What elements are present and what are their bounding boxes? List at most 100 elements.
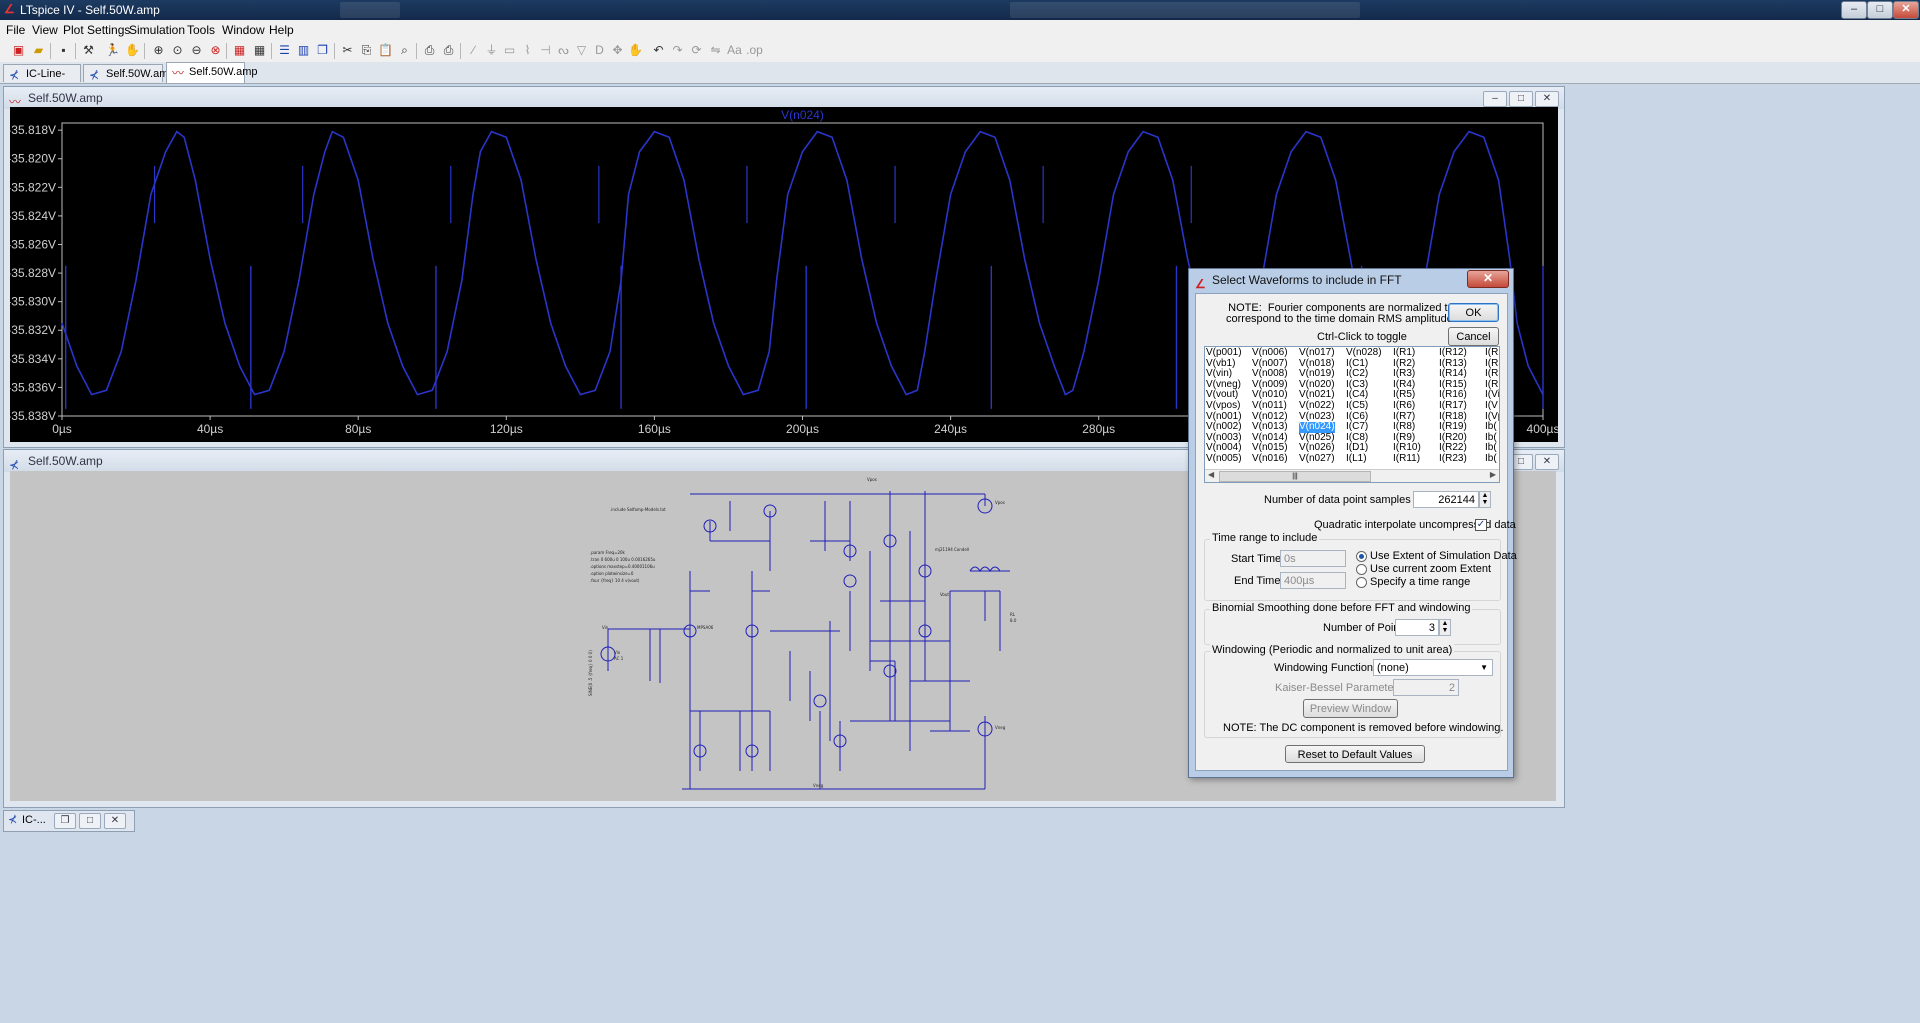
- menu-view[interactable]: View: [32, 23, 58, 37]
- tab-self-50w-waveform[interactable]: 〰 Self.50W.amp: [166, 62, 257, 83]
- menu-window[interactable]: Window: [222, 23, 265, 37]
- waveform-list-item[interactable]: I(L1): [1346, 453, 1382, 465]
- waveform-list-item[interactable]: I(R17): [1439, 400, 1467, 412]
- capacitor-icon[interactable]: ⊣: [537, 42, 554, 59]
- paste-icon[interactable]: 📋: [377, 42, 394, 59]
- waveform-list-item[interactable]: Ib(: [1485, 453, 1499, 465]
- print-preview-icon[interactable]: ⎙: [421, 42, 438, 59]
- waveform-list-item[interactable]: I(R12): [1439, 347, 1467, 359]
- ground-icon[interactable]: ⏚: [483, 42, 500, 59]
- print-icon[interactable]: ⎙: [440, 42, 457, 59]
- waveform-list-item[interactable]: I(R1): [1393, 347, 1421, 359]
- menu-help[interactable]: Help: [269, 23, 294, 37]
- zoom-area-icon[interactable]: ⊙: [169, 42, 186, 59]
- diode-icon[interactable]: ▽: [573, 42, 590, 59]
- quadratic-interpolate-checkbox[interactable]: ✓: [1475, 519, 1487, 531]
- kaiser-bessel-input[interactable]: 2: [1393, 679, 1459, 696]
- samples-spinner[interactable]: ▲ ▼: [1479, 491, 1491, 508]
- waveform-list-item[interactable]: V(n005): [1206, 453, 1242, 465]
- maximize-button[interactable]: □: [1867, 1, 1893, 19]
- move-icon[interactable]: ✥: [609, 42, 626, 59]
- autorange-icon[interactable]: ▦: [231, 42, 248, 59]
- tab-self-50w-schematic[interactable]: ⊀ Self.50W.amp: [83, 64, 174, 82]
- scroll-right-icon[interactable]: ▶: [1490, 470, 1496, 479]
- cascade-icon[interactable]: ❐: [314, 42, 331, 59]
- minimize-button[interactable]: –: [1841, 1, 1867, 19]
- end-time-input[interactable]: 400µs: [1280, 572, 1346, 589]
- tile-vertical-icon[interactable]: ▥: [295, 42, 312, 59]
- child-minimize-button[interactable]: –: [1483, 91, 1507, 107]
- waveform-list-item[interactable]: V(n022): [1299, 400, 1335, 412]
- waveform-list-item[interactable]: I(R23): [1439, 453, 1467, 465]
- wire-icon[interactable]: ∕: [465, 42, 482, 59]
- radio-simulation-extent[interactable]: [1356, 551, 1367, 562]
- halt-icon[interactable]: ✋: [124, 42, 141, 59]
- grid-icon[interactable]: ▦: [251, 42, 268, 59]
- inductor-icon[interactable]: ᔓ: [555, 42, 572, 59]
- restore-button[interactable]: ❐: [54, 813, 76, 829]
- radio-zoom-extent[interactable]: [1356, 564, 1367, 575]
- smoothing-points-input[interactable]: 3: [1395, 619, 1439, 636]
- waveform-list-item[interactable]: V(n017): [1299, 347, 1335, 359]
- menu-plot-settings[interactable]: Plot Settings: [63, 23, 130, 37]
- redo-icon[interactable]: ↷: [669, 42, 686, 59]
- scroll-thumb[interactable]: |||: [1219, 471, 1371, 482]
- samples-input[interactable]: 262144: [1413, 491, 1479, 508]
- waveform-list-item[interactable]: I(R2: [1485, 347, 1499, 359]
- waveform-list-item[interactable]: V(n028): [1346, 347, 1382, 359]
- scroll-left-icon[interactable]: ◀: [1208, 470, 1214, 479]
- waveform-list-item[interactable]: I(C5): [1346, 400, 1382, 412]
- new-schematic-icon[interactable]: ▣: [10, 42, 27, 59]
- control-panel-icon[interactable]: ⚒: [80, 42, 97, 59]
- ok-button[interactable]: OK: [1448, 303, 1499, 322]
- save-icon[interactable]: ▪: [55, 42, 72, 59]
- radio-specify-range[interactable]: [1356, 577, 1367, 588]
- waveform-list-scrollbar[interactable]: ◀ ||| ▶: [1205, 469, 1499, 482]
- maximize-button[interactable]: □: [79, 813, 101, 829]
- run-icon[interactable]: 🏃: [104, 42, 121, 59]
- close-button[interactable]: ✕: [104, 813, 126, 829]
- rotate-icon[interactable]: ⟳: [688, 42, 705, 59]
- cut-icon[interactable]: ✂: [339, 42, 356, 59]
- zoom-fit-icon[interactable]: ⊗: [207, 42, 224, 59]
- waveform-list-item[interactable]: V(n006): [1252, 347, 1288, 359]
- label-net-icon[interactable]: ▭: [501, 42, 518, 59]
- menu-simulation[interactable]: Simulation: [129, 23, 185, 37]
- menu-tools[interactable]: Tools: [187, 23, 215, 37]
- component-icon[interactable]: D: [591, 42, 608, 59]
- child-maximize-button[interactable]: □: [1509, 91, 1533, 107]
- waveform-list-item[interactable]: I(V: [1485, 400, 1499, 412]
- zoom-in-icon[interactable]: ⊕: [150, 42, 167, 59]
- zoom-out-icon[interactable]: ⊖: [188, 42, 205, 59]
- waveform-list-item[interactable]: V(p001): [1206, 347, 1242, 359]
- open-folder-icon[interactable]: ▰: [30, 42, 47, 59]
- copy-icon[interactable]: ⎘: [358, 42, 375, 59]
- trace-title[interactable]: V(n024): [781, 108, 824, 122]
- mirror-icon[interactable]: ⇋: [707, 42, 724, 59]
- waveform-list-item[interactable]: I(R11): [1393, 453, 1421, 465]
- start-time-input[interactable]: 0s: [1280, 550, 1346, 567]
- waveform-list-item[interactable]: I(R6): [1393, 400, 1421, 412]
- menu-file[interactable]: File: [6, 23, 25, 37]
- windowing-function-select[interactable]: (none) ▼: [1373, 659, 1493, 676]
- find-icon[interactable]: ⌕: [396, 42, 413, 59]
- preview-window-button[interactable]: Preview Window: [1303, 699, 1398, 718]
- cancel-button[interactable]: Cancel: [1448, 327, 1499, 346]
- minimized-window[interactable]: ⊀ IC-... ❐ □ ✕: [3, 810, 135, 832]
- child-close-button[interactable]: ✕: [1535, 91, 1559, 107]
- waveform-list[interactable]: V(p001) V(vb1) V(vin) V(vneg) V(vout) V(vpos)…: [1204, 346, 1500, 483]
- spice-directive-icon[interactable]: .op: [746, 42, 763, 59]
- tab-ic-line-stage[interactable]: ⊀ IC-Line-stage: [3, 64, 81, 98]
- smoothing-points-spinner[interactable]: ▲ ▼: [1439, 619, 1451, 636]
- reset-defaults-button[interactable]: Reset to Default Values: [1285, 745, 1425, 763]
- waveform-list-item[interactable]: V(n027): [1299, 453, 1335, 465]
- resistor-icon[interactable]: ⌇: [519, 42, 536, 59]
- child-close-button[interactable]: ✕: [1535, 454, 1559, 470]
- drag-icon[interactable]: ✋: [627, 42, 644, 59]
- dialog-close-button[interactable]: ✕: [1467, 270, 1509, 288]
- waveform-list-item[interactable]: V(vpos): [1206, 400, 1242, 412]
- waveform-list-item[interactable]: V(n016): [1252, 453, 1288, 465]
- close-button[interactable]: ✕: [1893, 1, 1919, 19]
- text-icon[interactable]: Aa: [726, 42, 743, 59]
- waveform-list-item[interactable]: V(n011): [1252, 400, 1288, 412]
